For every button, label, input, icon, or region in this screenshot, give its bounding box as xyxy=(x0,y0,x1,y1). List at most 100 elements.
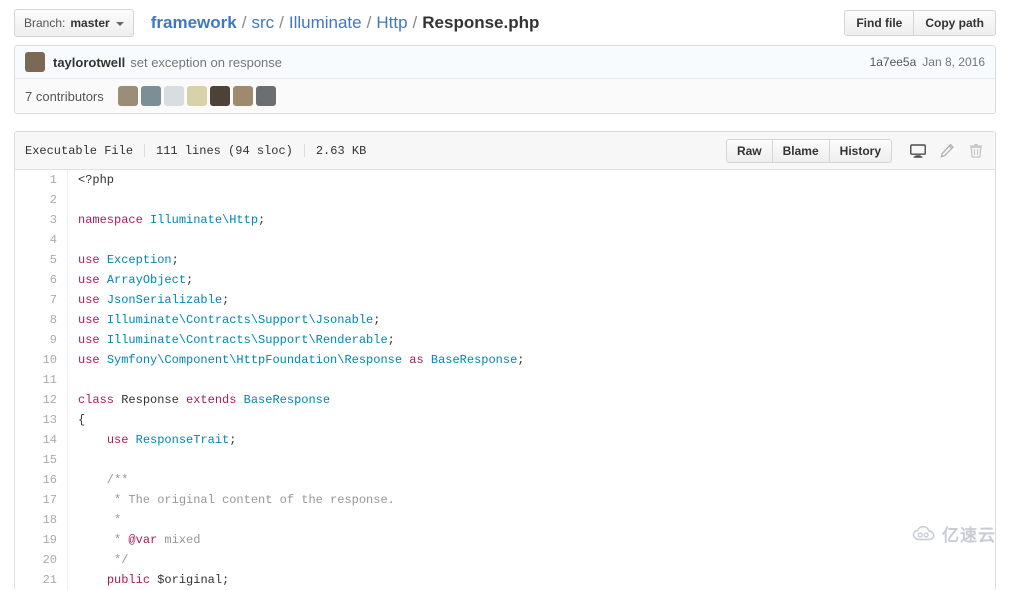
line-number[interactable]: 7 xyxy=(15,290,68,310)
line-number[interactable]: 13 xyxy=(15,410,68,430)
raw-button[interactable]: Raw xyxy=(725,138,773,163)
find-file-button[interactable]: Find file xyxy=(844,9,915,36)
line-content xyxy=(68,370,996,390)
breadcrumb-separator: / xyxy=(366,12,372,32)
contributor-avatar[interactable] xyxy=(117,86,138,106)
line-number[interactable]: 18 xyxy=(15,510,68,530)
file-lines-label: 111 lines (94 sloc) xyxy=(156,143,293,158)
code-line: 13 { xyxy=(15,410,995,430)
line-number[interactable]: 5 xyxy=(15,250,68,270)
code-line: 21 public $original; xyxy=(15,570,995,590)
code-line: 19 * @var mixed xyxy=(15,530,995,550)
line-number[interactable]: 10 xyxy=(15,350,68,370)
line-number[interactable]: 11 xyxy=(15,370,68,390)
line-number[interactable]: 19 xyxy=(15,530,68,550)
file-actions: Raw Blame History xyxy=(725,138,985,163)
breadcrumb-separator: / xyxy=(412,12,418,32)
history-button[interactable]: History xyxy=(828,138,892,163)
meta-divider xyxy=(303,144,305,157)
line-number[interactable]: 12 xyxy=(15,390,68,410)
code-line: 14 use ResponseTrait; xyxy=(15,430,995,450)
toolbar-actions: Find file Copy path xyxy=(844,9,996,36)
commit-sha-link[interactable]: 1a7ee5a xyxy=(870,55,917,69)
line-number[interactable]: 21 xyxy=(15,570,68,590)
file-meta: Executable File 111 lines (94 sloc) 2.63… xyxy=(25,144,366,158)
pencil-icon[interactable] xyxy=(938,142,956,160)
code-line: 3 namespace Illuminate\Http; xyxy=(15,210,995,230)
breadcrumb-separator: / xyxy=(279,12,284,32)
line-number[interactable]: 20 xyxy=(15,550,68,570)
code-line: 11 xyxy=(15,370,995,390)
code-line: 9 use Illuminate\Contracts\Support\Render… xyxy=(15,330,995,350)
line-content: namespace Illuminate\Http; xyxy=(78,213,266,227)
code-line: 7 use JsonSerializable; xyxy=(15,290,995,310)
line-content: use Exception; xyxy=(78,253,179,267)
line-number[interactable]: 9 xyxy=(15,330,68,350)
avatar[interactable] xyxy=(25,52,45,72)
line-number[interactable]: 3 xyxy=(15,210,68,230)
line-content: use ResponseTrait; xyxy=(106,433,237,447)
contributor-avatar[interactable] xyxy=(186,86,207,106)
meta-divider xyxy=(144,144,146,157)
line-number[interactable]: 2 xyxy=(15,190,68,210)
line-number[interactable]: 14 xyxy=(15,430,68,450)
contributor-avatar[interactable] xyxy=(209,86,230,106)
code-line: 4 xyxy=(15,230,995,250)
line-number[interactable]: 16 xyxy=(15,470,68,490)
code-line: 20 */ xyxy=(15,550,995,570)
line-content: use JsonSerializable; xyxy=(78,293,230,307)
latest-commit-row: taylorotwell set exception on response 1… xyxy=(15,46,995,79)
line-number[interactable]: 8 xyxy=(15,310,68,330)
commit-message[interactable]: set exception on response xyxy=(130,55,282,70)
code-viewer[interactable]: 1 <?php 2 3 namespace Illuminate\Http; 4 5 us… xyxy=(15,170,995,590)
line-content: * xyxy=(78,513,122,527)
line-content: <?php xyxy=(78,173,115,187)
chevron-down-icon xyxy=(115,21,124,26)
contributors-row: 7 contributors xyxy=(15,79,995,113)
line-number[interactable]: 6 xyxy=(15,270,68,290)
commit-info-box: taylorotwell set exception on response 1… xyxy=(14,45,996,114)
contributor-avatar[interactable] xyxy=(140,86,161,106)
breadcrumb-item-illuminate[interactable]: Illuminate xyxy=(289,13,362,33)
code-line: 16 /** xyxy=(15,470,995,490)
code-line: 15 xyxy=(15,450,995,470)
code-line: 10 use Symfony\Component\HttpFoundation\R… xyxy=(15,350,995,370)
line-content: public $original; xyxy=(106,573,230,587)
trash-icon[interactable] xyxy=(967,142,985,160)
line-content: * The original content of the response. xyxy=(78,493,395,507)
commit-date: Jan 8, 2016 xyxy=(922,55,985,69)
blame-button[interactable]: Blame xyxy=(771,138,830,163)
desktop-icon[interactable] xyxy=(909,142,927,160)
code-table: 1 <?php 2 3 namespace Illuminate\Http; 4 5 us… xyxy=(15,170,995,590)
code-line: 5 use Exception; xyxy=(15,250,995,270)
branch-name-label: master xyxy=(70,15,110,30)
line-number[interactable]: 1 xyxy=(15,170,68,190)
contributor-avatar[interactable] xyxy=(163,86,184,106)
branch-selector[interactable]: Branch: master xyxy=(14,8,134,37)
breadcrumb-current-file: Response.php xyxy=(422,12,540,32)
file-box: Executable File 111 lines (94 sloc) 2.63… xyxy=(14,131,996,590)
file-header: Executable File 111 lines (94 sloc) 2.63… xyxy=(15,132,995,170)
code-line: 17 * The original content of the respons… xyxy=(15,490,995,510)
code-line: 1 <?php xyxy=(15,170,995,190)
line-number[interactable]: 17 xyxy=(15,490,68,510)
contributors-count-label[interactable]: 7 contributors xyxy=(25,89,104,104)
breadcrumb-repo-link[interactable]: framework xyxy=(151,13,237,33)
line-content xyxy=(68,190,996,210)
repo-toolbar: Branch: master framework / src / Illumin… xyxy=(0,0,1010,45)
line-content xyxy=(68,450,996,470)
line-content: */ xyxy=(78,553,129,567)
line-number[interactable]: 4 xyxy=(15,230,68,250)
code-line: 8 use Illuminate\Contracts\Support\Jsonab… xyxy=(15,310,995,330)
line-content xyxy=(68,230,996,250)
commit-author-link[interactable]: taylorotwell xyxy=(53,55,125,70)
line-content: use Illuminate\Contracts\Support\Jsonabl… xyxy=(78,313,381,327)
contributor-avatar[interactable] xyxy=(232,86,253,106)
copy-path-button[interactable]: Copy path xyxy=(913,9,996,36)
code-line: 12 class Response extends BaseResponse xyxy=(15,390,995,410)
breadcrumb-item-http[interactable]: Http xyxy=(376,13,407,33)
breadcrumb-item-src[interactable]: src xyxy=(251,13,274,33)
line-content: /** xyxy=(78,473,129,487)
line-number[interactable]: 15 xyxy=(15,450,68,470)
contributor-avatar[interactable] xyxy=(255,86,276,106)
